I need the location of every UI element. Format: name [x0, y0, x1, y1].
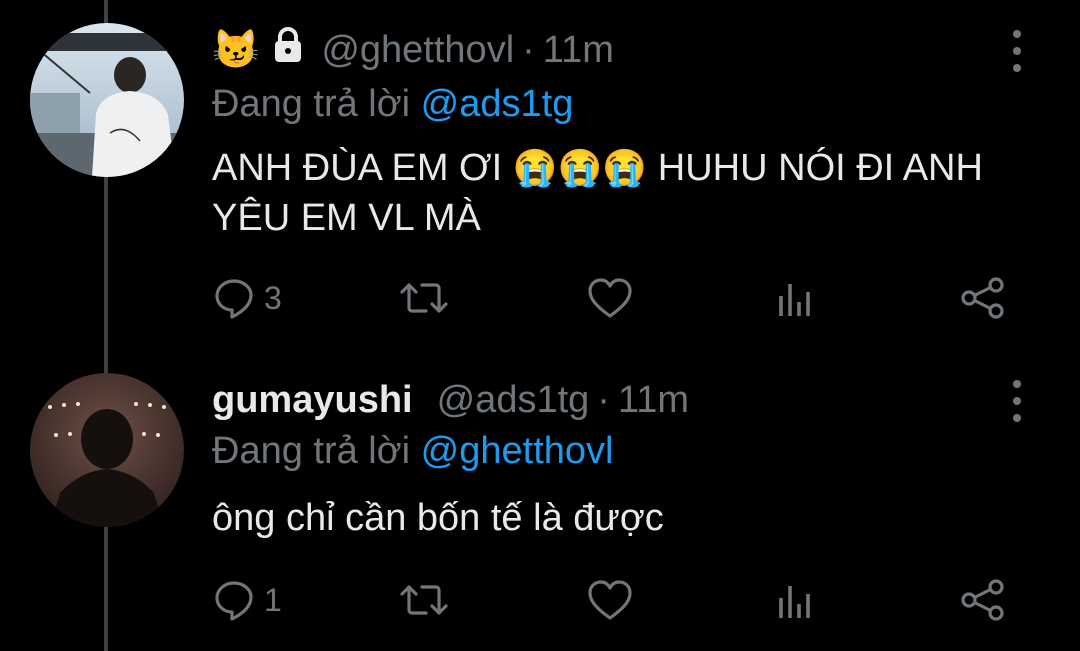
action-bar: 1	[212, 575, 1042, 625]
separator: ·	[597, 378, 610, 421]
reply-count: 1	[264, 581, 282, 618]
avatar[interactable]	[30, 23, 184, 177]
separator: ·	[522, 28, 535, 71]
more-icon[interactable]	[1002, 380, 1032, 422]
display-name[interactable]: 😼	[212, 28, 259, 72]
tweet-text: ANH ĐÙA EM ƠI 😭😭😭 HUHU NÓI ĐI ANH YÊU EM…	[212, 143, 1052, 243]
share-icon	[960, 578, 1006, 622]
reply-prefix: Đang trả lời	[212, 83, 411, 125]
share-button[interactable]	[960, 575, 1006, 625]
tweet-header: gumayushi @ads1tg · 11m	[212, 372, 689, 428]
reply-context: Đang trả lời @ghetthovl	[212, 430, 613, 473]
reply-prefix: Đang trả lời	[212, 430, 411, 472]
more-icon[interactable]	[1002, 30, 1032, 72]
handle[interactable]: @ads1tg	[437, 379, 590, 422]
timestamp[interactable]: 11m	[618, 379, 689, 422]
handle[interactable]: @ghetthovl	[321, 29, 514, 72]
share-icon	[960, 276, 1006, 320]
like-icon	[586, 276, 634, 320]
tweet[interactable]: gumayushi @ads1tg · 11m Đang trả lời @gh…	[0, 350, 1080, 651]
tweet-text: ông chỉ cần bốn tế là được	[212, 497, 664, 539]
action-bar: 3	[212, 273, 1042, 323]
crying-emoji: 😭	[602, 147, 648, 188]
display-name[interactable]: gumayushi	[212, 379, 413, 422]
reply-button[interactable]: 1	[212, 575, 282, 625]
reply-icon	[212, 578, 256, 622]
like-button[interactable]	[586, 273, 634, 323]
reply-icon	[212, 276, 256, 320]
retweet-button[interactable]	[398, 575, 450, 625]
tweet-header: 😼 @ghetthovl · 11m	[212, 22, 614, 78]
lock-icon	[273, 27, 303, 73]
retweet-icon	[398, 276, 450, 320]
mention-link[interactable]: @ads1tg	[421, 83, 574, 125]
mention-link[interactable]: @ghetthovl	[421, 430, 614, 472]
timestamp[interactable]: 11m	[543, 29, 614, 72]
stats-button[interactable]	[776, 575, 816, 625]
stats-icon	[776, 276, 816, 320]
retweet-button[interactable]	[398, 273, 450, 323]
like-icon	[586, 578, 634, 622]
reply-context: Đang trả lời @ads1tg	[212, 83, 573, 126]
crying-emoji: 😭	[512, 147, 558, 188]
reply-button[interactable]: 3	[212, 273, 282, 323]
stats-button[interactable]	[776, 273, 816, 323]
retweet-icon	[398, 578, 450, 622]
avatar[interactable]	[30, 373, 184, 527]
crying-emoji: 😭	[557, 147, 603, 188]
share-button[interactable]	[960, 273, 1006, 323]
tweet[interactable]: 😼 @ghetthovl · 11m Đang trả lời @ads1tg …	[0, 0, 1080, 350]
stats-icon	[776, 578, 816, 622]
like-button[interactable]	[586, 575, 634, 625]
tweet-text-part1: ANH ĐÙA EM ƠI	[212, 147, 503, 189]
reply-count: 3	[264, 279, 282, 316]
